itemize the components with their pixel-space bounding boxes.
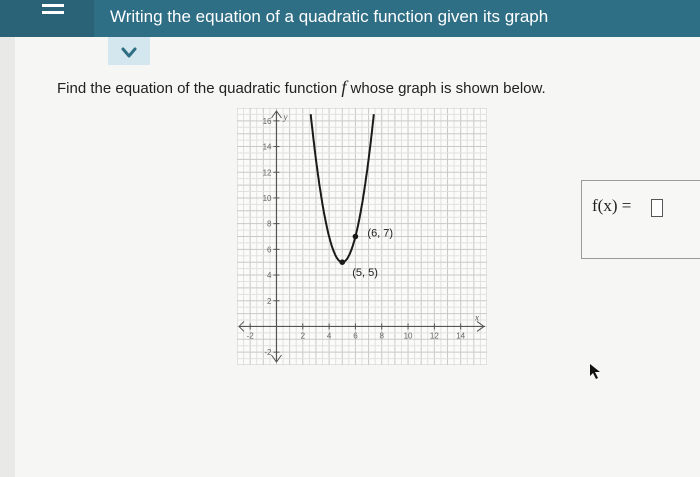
data-point (352, 233, 359, 240)
menu-button[interactable] (0, 0, 94, 37)
x-tick-label: 14 (456, 331, 465, 340)
point-label: (6, 7) (367, 228, 393, 240)
answer-panel: f(x) = (581, 180, 700, 259)
hamburger-icon-bar (42, 11, 64, 14)
x-tick-label: 6 (353, 331, 358, 340)
y-tick-label: 16 (263, 117, 272, 126)
x-tick-label: 12 (430, 331, 439, 340)
y-tick-label: 8 (267, 220, 272, 229)
answer-label: f(x) = (592, 196, 632, 215)
y-tick-label: 4 (267, 271, 272, 280)
hamburger-icon (42, 4, 64, 7)
x-tick-label: 8 (380, 331, 385, 340)
x-tick-label: -2 (247, 331, 255, 340)
chevron-down-icon (121, 47, 137, 58)
question-text: Find the equation of the quadratic funct… (57, 77, 546, 98)
x-tick-label: 2 (301, 331, 306, 340)
collapse-button[interactable] (108, 37, 150, 65)
x-tick-label: 10 (404, 331, 413, 340)
y-tick-label: 12 (263, 168, 272, 177)
page-title: Writing the equation of a quadratic func… (110, 7, 549, 26)
quadratic-graph: xy -4-22468101214161412108642-2 (5, 5)(6… (237, 108, 487, 365)
answer-input[interactable] (651, 199, 663, 217)
mouse-cursor-icon (590, 364, 600, 379)
y-tick-label: 10 (263, 194, 272, 203)
question-suffix: whose graph is shown below. (346, 80, 546, 97)
point-label: (5, 5) (352, 267, 378, 279)
y-tick-label: 6 (267, 245, 272, 254)
data-point (339, 259, 346, 265)
x-axis-label: x (474, 312, 479, 322)
y-tick-label: 2 (267, 297, 272, 306)
y-axis-label: y (282, 112, 287, 122)
question-prefix: Find the equation of the quadratic funct… (57, 80, 342, 97)
y-tick-label: -2 (264, 348, 272, 357)
x-tick-label: 4 (327, 331, 332, 340)
y-tick-label: 14 (263, 143, 272, 152)
